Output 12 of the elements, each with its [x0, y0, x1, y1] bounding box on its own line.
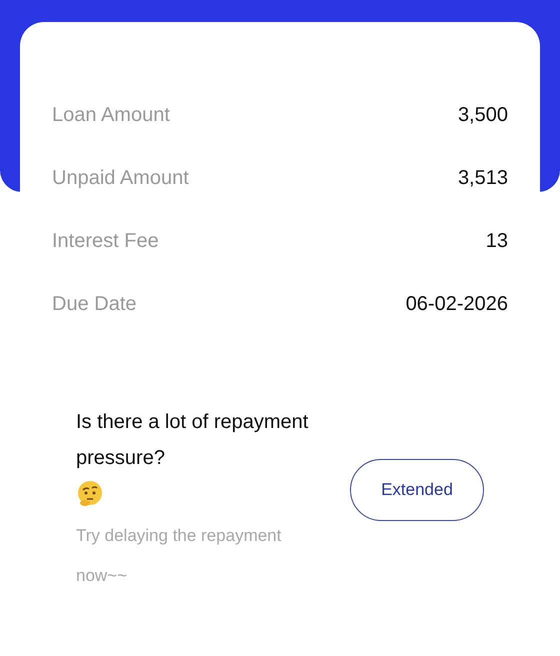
- detail-value: 3,500: [458, 104, 508, 127]
- detail-label: Loan Amount: [52, 104, 170, 127]
- extended-button[interactable]: Extended: [350, 459, 484, 521]
- detail-label: Due Date: [52, 293, 136, 316]
- detail-value: 06-02-2026: [406, 293, 508, 316]
- thinking-emoji-icon: [76, 480, 104, 508]
- hint-text: Try delaying the repayment now~~: [76, 525, 282, 587]
- detail-label: Unpaid Amount: [52, 167, 189, 190]
- detail-value: 3,513: [458, 167, 508, 190]
- question-text: Is there a lot of repayment pressure?: [76, 410, 310, 471]
- detail-value: 13: [486, 230, 508, 253]
- detail-label: Interest Fee: [52, 230, 159, 253]
